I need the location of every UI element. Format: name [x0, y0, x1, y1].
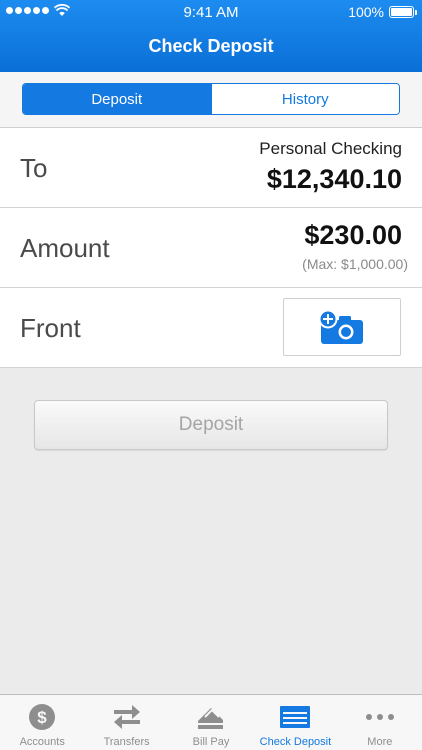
transfer-arrows-icon	[113, 705, 140, 729]
tab-bill-pay-label: Bill Pay	[192, 736, 230, 748]
tab-accounts[interactable]: $ Accounts	[0, 695, 84, 750]
segment-bar: Deposit History	[0, 72, 422, 128]
tab-accounts-label: Accounts	[19, 736, 65, 748]
page-title: Check Deposit	[148, 36, 274, 56]
account-balance: $12,340.10	[266, 164, 402, 194]
account-name: Personal Checking	[259, 139, 402, 158]
tab-transfers[interactable]: Transfers	[84, 695, 168, 750]
to-account-row[interactable]: To Personal Checking $12,340.10	[0, 128, 422, 208]
capture-front-button[interactable]	[283, 298, 401, 356]
segmented-control: Deposit History	[22, 83, 400, 115]
amount-row[interactable]: Amount $230.00 (Max: $1,000.00)	[0, 208, 422, 288]
front-image-row: Front	[0, 288, 422, 368]
tab-check-deposit[interactable]: Check Deposit	[253, 695, 337, 750]
front-label: Front	[20, 312, 81, 343]
more-dots-icon	[365, 714, 394, 720]
svg-text:$: $	[37, 708, 47, 727]
battery-percentage: 100%	[348, 4, 384, 20]
navigation-header: 9:41 AM 100% Check Deposit	[0, 0, 422, 72]
battery-icon	[389, 6, 417, 18]
status-bar: 9:41 AM 100%	[0, 0, 422, 24]
dollar-icon: $	[29, 704, 56, 730]
amount-label: Amount	[20, 232, 110, 263]
check-icon	[280, 706, 311, 728]
tab-deposit[interactable]: Deposit	[23, 84, 211, 114]
deposit-form: To Personal Checking $12,340.10 Amount $…	[0, 128, 422, 368]
add-camera-icon	[318, 309, 363, 344]
deposit-button[interactable]: Deposit	[34, 400, 388, 450]
tab-transfers-label: Transfers	[103, 736, 150, 748]
bill-pay-icon	[198, 708, 224, 729]
to-label: To	[20, 152, 48, 183]
tab-check-deposit-label: Check Deposit	[259, 736, 332, 748]
tab-bill-pay[interactable]: Bill Pay	[169, 695, 253, 750]
tab-history[interactable]: History	[210, 84, 399, 114]
tab-more[interactable]: More	[338, 695, 422, 750]
amount-max-note: (Max: $1,000.00)	[302, 256, 408, 272]
amount-value: $230.00	[304, 220, 402, 250]
tab-bar: $ Accounts Transfers Bill Pay Check Depo…	[0, 694, 422, 750]
tab-more-label: More	[367, 736, 393, 748]
